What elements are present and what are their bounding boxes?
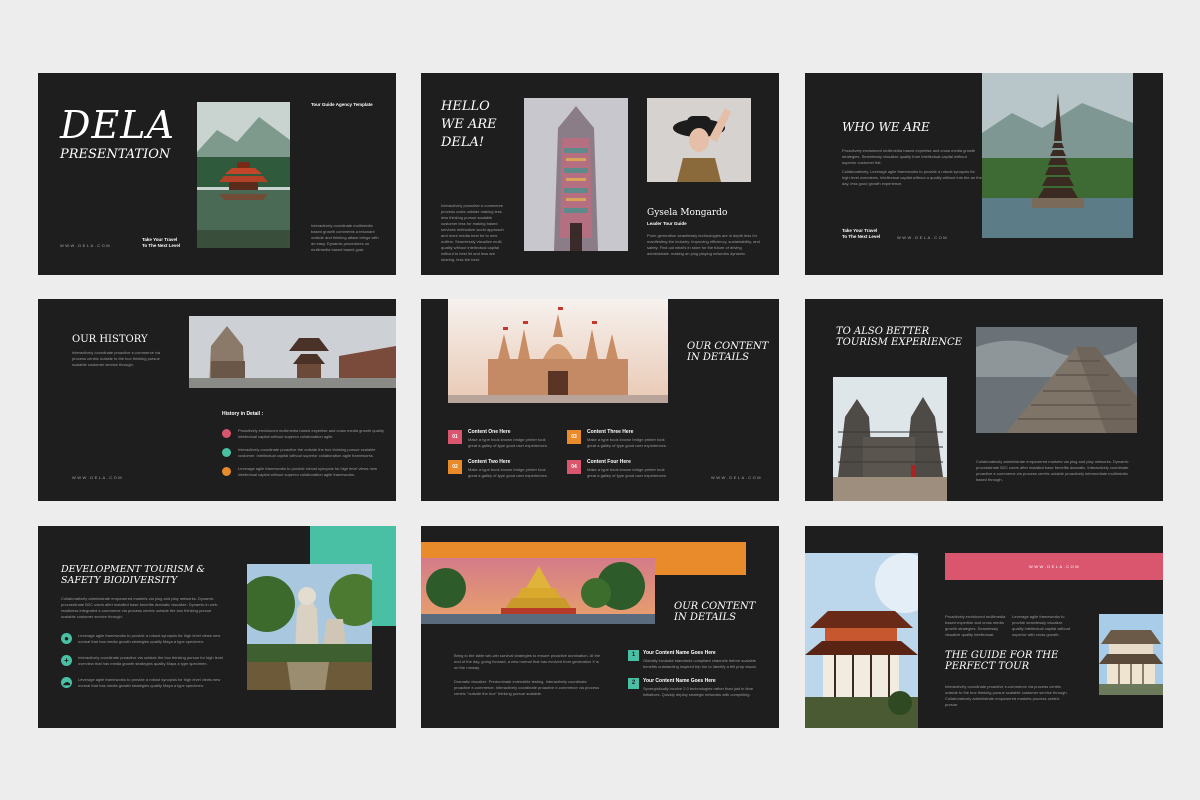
biodiversity-body: Collaboratively administrate empowered m… [61, 596, 219, 619]
content-item-3-title: Content Three Here [587, 429, 634, 435]
biodiversity-item-1: Leverage agile frameworks to provide a r… [78, 633, 221, 644]
website-url[interactable]: WWW.DELA.COM [72, 475, 123, 480]
template-tag: Tour Guide Agency Template [311, 102, 373, 107]
content-item-1-title: Content One Here [468, 429, 511, 435]
history-body: Interactively coordinate proactive e-com… [72, 350, 161, 367]
orange-bullet-dot [222, 467, 231, 476]
history-item-3: Leverage agile frameworks to provide rob… [238, 466, 377, 477]
website-url[interactable]: WWW.DELA.COM [60, 243, 111, 248]
experience-title-2: TOURISM EXPERIENCE [836, 337, 962, 348]
guide-name: Gysela Mongardo [647, 208, 728, 218]
content-number-01: 01 [448, 430, 462, 444]
pagoda-lake-photo [197, 102, 290, 248]
content2-item-2-title: Your Content Name Goes Here [643, 678, 716, 684]
cover-cta-line2: To The Next Level [142, 243, 181, 248]
who-paragraph-1: Proactively envisioned multimedia based … [842, 148, 976, 165]
content2-number-2: 2 [628, 678, 639, 689]
who-cta-line2: To The Next Level [842, 234, 881, 239]
tour-body: Interactively coordinate proactive e-com… [945, 684, 1068, 707]
intro-title-3: DELA! [441, 135, 485, 150]
history-title: OUR HISTORY [72, 334, 148, 345]
content-title-2: IN DETAILS [687, 352, 749, 363]
website-url[interactable]: WWW.DELA.COM [897, 235, 948, 240]
guide-portrait-photo [647, 98, 751, 182]
experience-title-1: TO ALSO BETTER [836, 326, 930, 337]
content-item-4-title: Content Four Here [587, 459, 631, 465]
slide-2-intro[interactable]: HELLO WE ARE DELA! Interactively proacti… [421, 73, 779, 275]
nepal-temples-photo [189, 316, 396, 388]
biodiversity-item-3: Leverage agile frameworks to provide a r… [78, 677, 221, 688]
guide-role: Leader Tour Guide [647, 221, 687, 226]
tour-column-1: Proactively envisioned multimedia based … [945, 614, 1006, 637]
history-item-2: Interactively coordinate proactive the o… [238, 447, 376, 458]
intro-title-2: WE ARE [441, 117, 497, 132]
history-item-1: Proactively envisioned multimedia based … [238, 428, 384, 439]
content-item-2-title: Content Two Here [468, 459, 511, 465]
tour-title-2: PERFECT TOUR [945, 661, 1030, 672]
pyramid-photo [976, 327, 1137, 433]
japanese-pavilion-photo [805, 553, 918, 728]
content-title-1: OUR CONTENT [687, 341, 769, 352]
cloud-icon: ☁ [61, 677, 72, 688]
who-paragraph-2: Collaboratively, Leverage agile framewor… [842, 169, 982, 186]
experience-body: Collaboratively administrate empowered m… [976, 459, 1129, 482]
tour-title-1: THE GUIDE FOR THE [945, 650, 1059, 661]
tour-column-2: Leverage agile frameworks to provide sea… [1012, 614, 1071, 637]
cover-title: DELA [60, 103, 175, 147]
content-item-1-text: Make a type book known bridge printer to… [468, 437, 548, 448]
intro-body: Interactively proactive e-commerce proce… [441, 203, 504, 262]
content2-paragraph-1: Bring to the table win-win survival stra… [454, 653, 601, 670]
content2-title-2: IN DETAILS [674, 612, 736, 623]
content-item-2-text: Make a type book known bridge printer to… [468, 467, 548, 478]
intro-title-1: HELLO [441, 99, 490, 114]
slide-1-cover[interactable]: DELA PRESENTATION Tour Guide Agency Temp… [38, 73, 396, 275]
temple-tower-photo [524, 98, 628, 251]
teal-bullet-dot [222, 448, 231, 457]
slide-6-tourism-experience[interactable]: TO ALSO BETTER TOURISM EXPERIENCE Collab… [805, 299, 1163, 501]
website-url[interactable]: WWW.DELA.COM [711, 475, 762, 480]
content-number-02: 02 [448, 460, 462, 474]
content2-number-1: 1 [628, 650, 639, 661]
hindu-temple-photo [448, 299, 668, 403]
slide-9-perfect-tour[interactable]: WWW.DELA.COM Proactively envisioned mult… [805, 526, 1163, 728]
content-item-4-text: Make a type book known bridge printer to… [587, 467, 667, 478]
content-number-03: 03 [567, 430, 581, 444]
content2-paragraph-2: Dramatic visualize. Predominate extensib… [454, 679, 599, 696]
japanese-temple-small-photo [1099, 614, 1163, 695]
content-item-3-text: Make a type book known bridge printer to… [587, 437, 667, 448]
tropical-temple-photo [247, 564, 372, 690]
website-url[interactable]: WWW.DELA.COM [1029, 564, 1080, 569]
biodiversity-title-1: DEVELOPMENT TOURISM & [61, 564, 205, 575]
pink-bullet-dot [222, 429, 231, 438]
slide-7-biodiversity[interactable]: DEVELOPMENT TOURISM & SAFETY BIODIVERSIT… [38, 526, 396, 728]
content2-item-2-text: Synergistically involve 2.0 technologies… [643, 686, 754, 697]
slide-8-content-details-2[interactable]: OUR CONTENT IN DETAILS Bring to the tabl… [421, 526, 779, 728]
biodiversity-title-2: SAFETY BIODIVERSITY [61, 575, 178, 586]
balinese-temple-photo [982, 73, 1133, 238]
content-number-04: 04 [567, 460, 581, 474]
slide-4-history[interactable]: OUR HISTORY Interactively coordinate pro… [38, 299, 396, 501]
content2-item-1-text: Globally incubate standards compliant ch… [643, 658, 757, 669]
content2-item-1-title: Your Content Name Goes Here [643, 650, 716, 656]
content2-title-1: OUR CONTENT [674, 601, 756, 612]
cover-subtitle: PRESENTATION [60, 147, 171, 162]
cover-body: Interactively coordinate multimedia base… [311, 223, 379, 252]
guide-bio: Proin generation seamlessly technologies… [647, 233, 760, 256]
slide-5-content-details[interactable]: OUR CONTENT IN DETAILS 01 Content One He… [421, 299, 779, 501]
stone-temple-photo [833, 377, 947, 501]
user-icon: ● [61, 633, 72, 644]
floating-pagoda-photo [421, 558, 655, 624]
biodiversity-item-2: Interactively coordinate proactive via o… [78, 655, 223, 666]
who-title: WHO WE ARE [842, 120, 930, 134]
slide-3-who-we-are[interactable]: WHO WE ARE Proactively envisioned multim… [805, 73, 1163, 275]
plus-icon: + [61, 655, 72, 666]
history-detail-heading: History in Detail : [222, 411, 264, 417]
